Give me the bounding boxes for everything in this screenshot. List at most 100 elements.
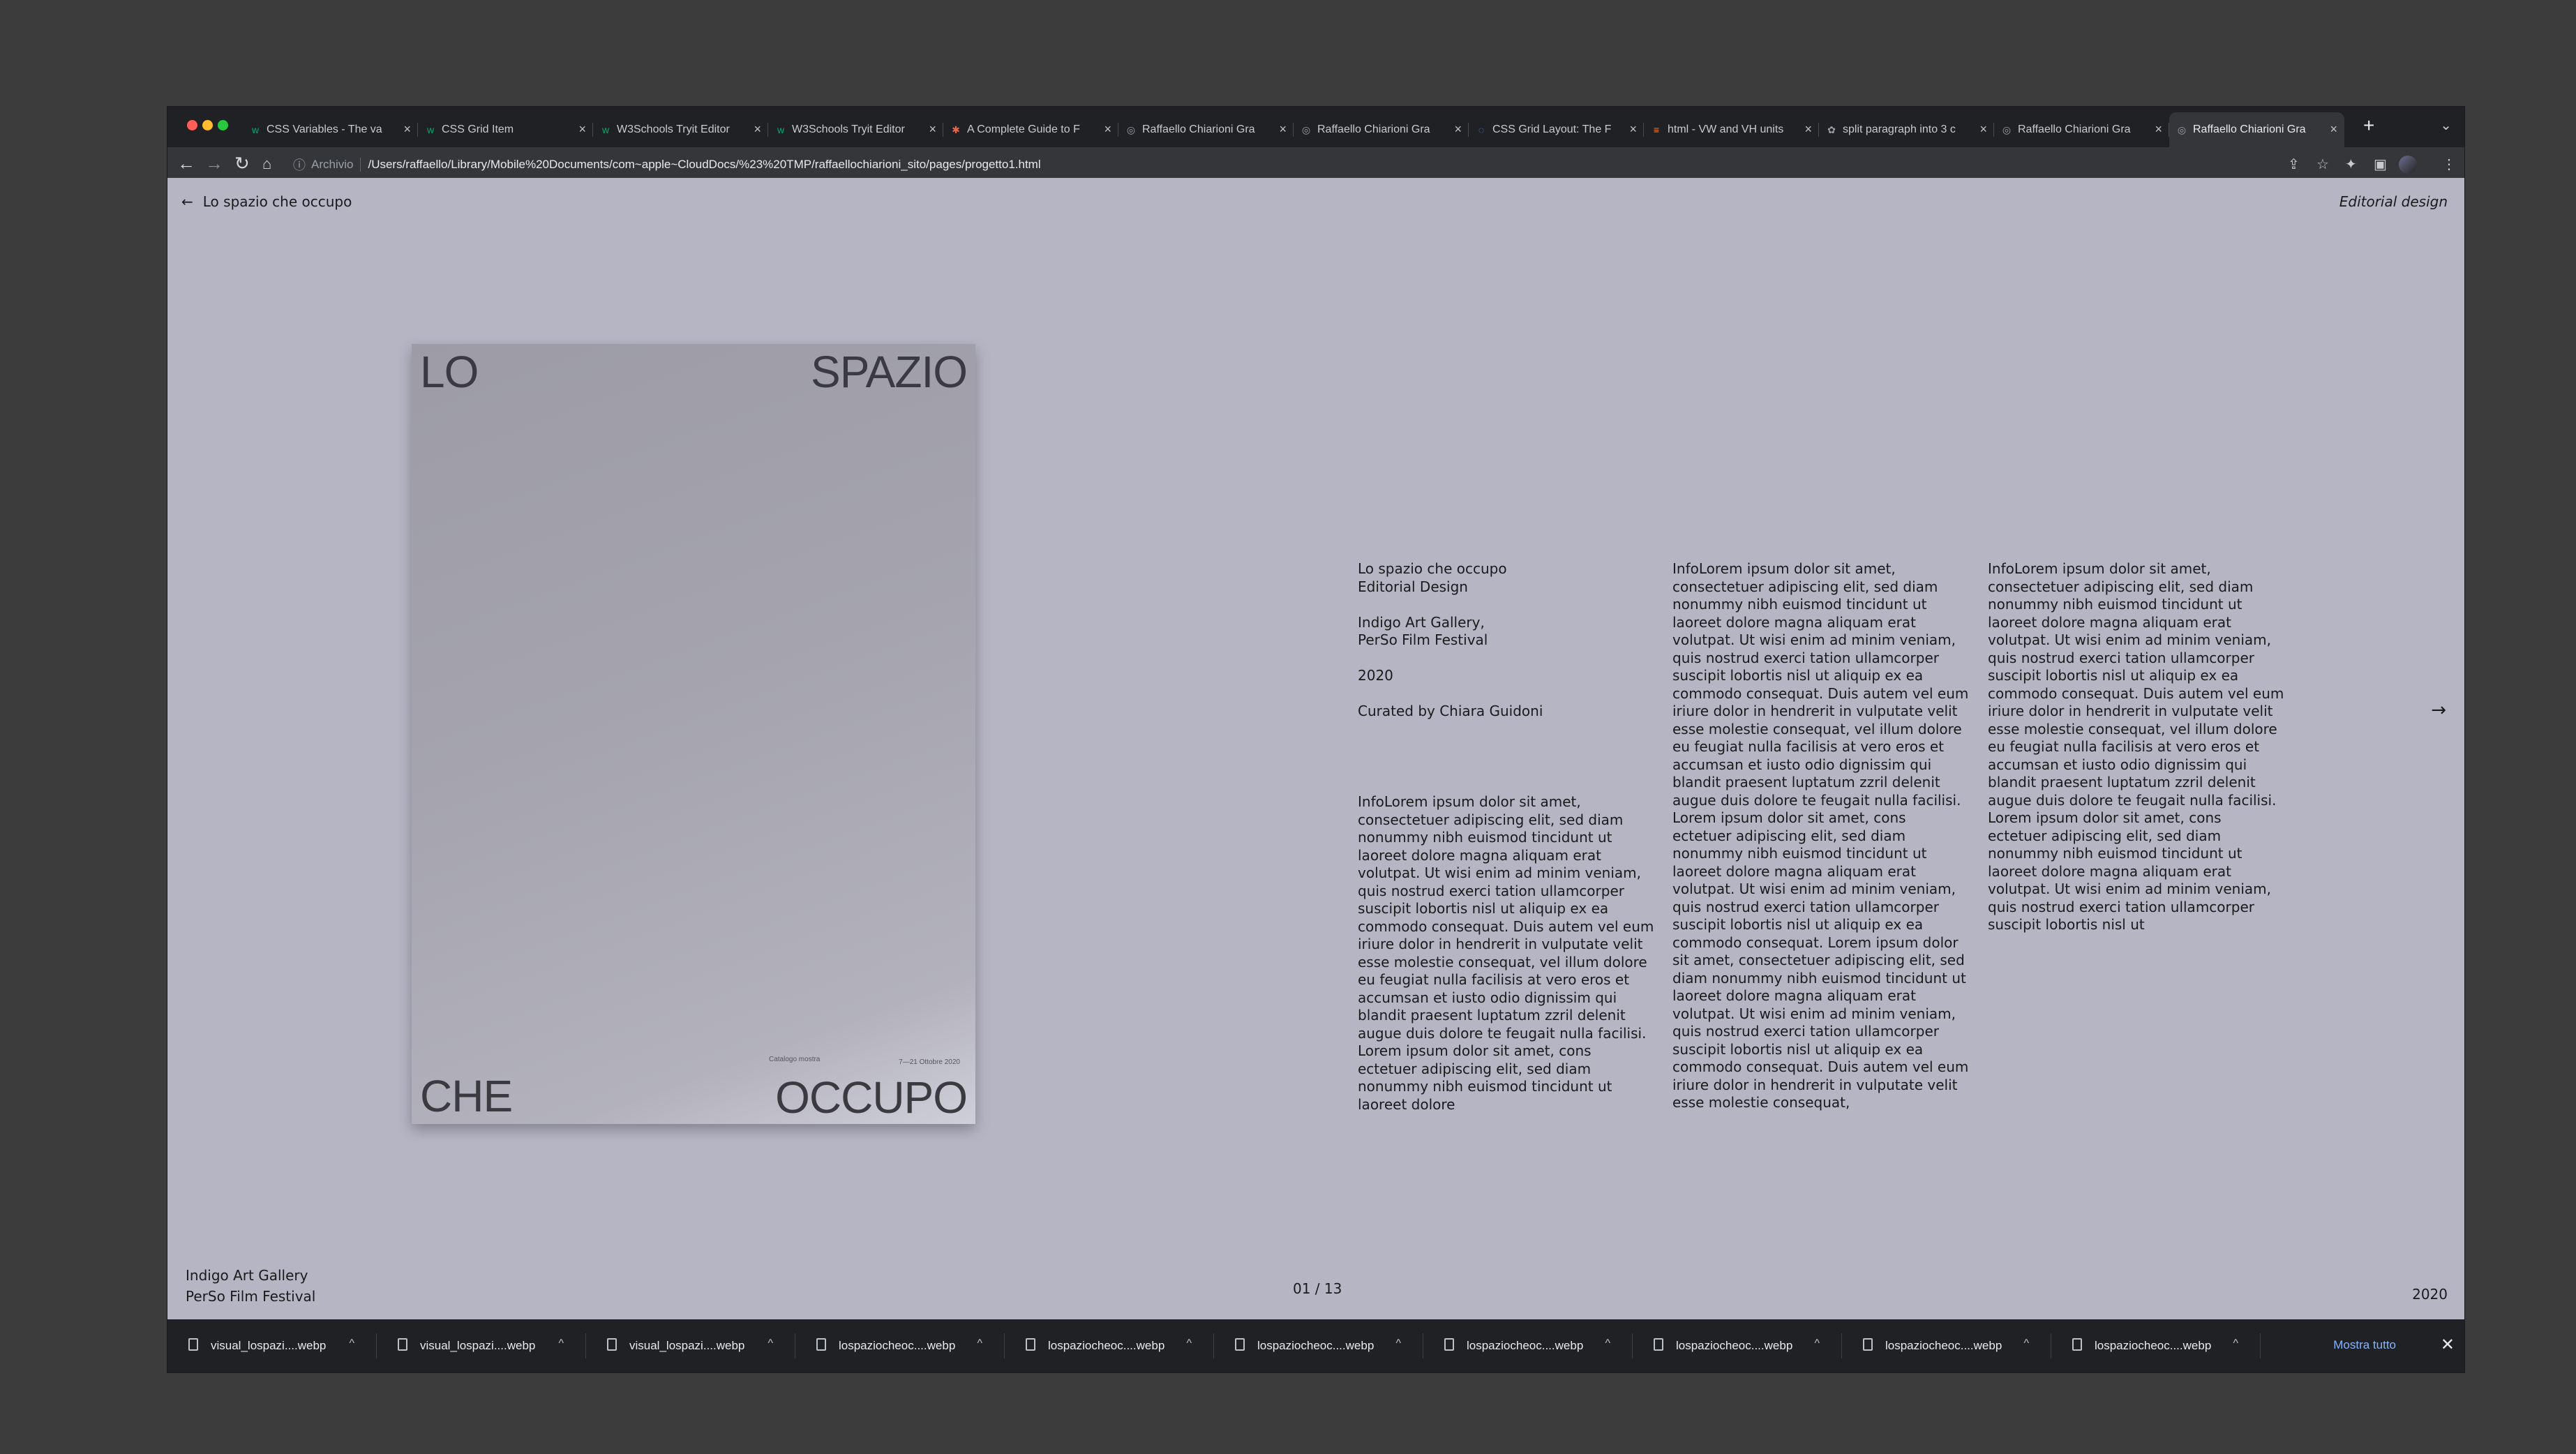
- page-counter: 01 / 13: [1293, 1280, 1342, 1297]
- tab-title: Raffaello Chiarioni Gra: [1142, 123, 1255, 135]
- browser-tab[interactable]: ◎ Raffaello Chiarioni Gra ×: [1118, 112, 1294, 147]
- bookmark-star-icon[interactable]: ☆: [2316, 156, 2329, 173]
- close-tab-icon[interactable]: ×: [2155, 122, 2162, 137]
- tab-title: W3Schools Tryit Editor: [617, 123, 730, 135]
- close-tab-icon[interactable]: ×: [403, 122, 411, 137]
- download-item[interactable]: lospaziocheoc....webp ^: [2051, 1319, 2261, 1372]
- profile-avatar[interactable]: [2399, 156, 2417, 174]
- arrow-right-icon[interactable]: →: [2431, 700, 2446, 721]
- chevron-up-icon[interactable]: ^: [2233, 1337, 2238, 1350]
- minimize-window-button[interactable]: [202, 120, 213, 130]
- w-icon: w: [426, 124, 435, 135]
- download-filename: visual_lospazi....webp: [420, 1339, 536, 1352]
- tab-title: html - VW and VH units: [1668, 123, 1784, 135]
- chevron-up-icon[interactable]: ^: [1814, 1337, 1820, 1350]
- chevron-up-icon[interactable]: ^: [1395, 1337, 1401, 1350]
- back-nav-button[interactable]: ←: [177, 153, 195, 174]
- w-icon: w: [601, 124, 610, 135]
- chevron-up-icon[interactable]: ^: [2023, 1337, 2029, 1350]
- browser-tab[interactable]: w W3Schools Tryit Editor ×: [768, 112, 943, 147]
- download-item[interactable]: lospaziocheoc....webp ^: [1005, 1319, 1214, 1372]
- browser-tab[interactable]: ◎ Raffaello Chiarioni Gra ×: [1994, 112, 2169, 147]
- project-category: Editorial design: [2339, 193, 2448, 210]
- poster-word-spazio: SPAZIO: [811, 347, 968, 397]
- tab-search-icon[interactable]: ⌄: [2440, 117, 2452, 134]
- tab-title: split paragraph into 3 c: [1843, 123, 1956, 135]
- download-item[interactable]: lospaziocheoc....webp ^: [1423, 1319, 1633, 1372]
- zoom-window-button[interactable]: [218, 120, 228, 130]
- close-tab-icon[interactable]: ×: [2330, 122, 2337, 137]
- browser-tab[interactable]: ✿ split paragraph into 3 c ×: [1819, 112, 1994, 147]
- tab-title: Raffaello Chiarioni Gra: [2193, 123, 2306, 135]
- download-item[interactable]: lospaziocheoc....webp ^: [795, 1319, 1005, 1372]
- file-icon: [607, 1338, 617, 1351]
- footer-year: 2020: [2412, 1286, 2448, 1303]
- close-window-button[interactable]: [187, 120, 197, 130]
- download-filename: lospaziocheoc....webp: [1257, 1339, 1375, 1352]
- reload-button[interactable]: ↻: [234, 153, 250, 174]
- w-icon: w: [251, 124, 260, 135]
- close-tab-icon[interactable]: ×: [578, 122, 586, 137]
- download-item[interactable]: visual_lospazi....webp ^: [377, 1319, 586, 1372]
- file-icon: [1444, 1338, 1454, 1351]
- file-icon: [816, 1338, 826, 1351]
- download-item[interactable]: lospaziocheoc....webp ^: [1842, 1319, 2051, 1372]
- download-item[interactable]: lospaziocheoc....webp ^: [1214, 1319, 1423, 1372]
- chevron-up-icon[interactable]: ^: [977, 1337, 982, 1350]
- chevron-up-icon[interactable]: ^: [558, 1337, 564, 1350]
- extensions-icon[interactable]: ✦: [2345, 156, 2357, 173]
- close-tab-icon[interactable]: ×: [1454, 122, 1462, 137]
- close-downloads-icon[interactable]: ✕: [2441, 1335, 2455, 1355]
- file-icon: [398, 1338, 407, 1351]
- show-all-downloads-button[interactable]: Mostra tutto: [2333, 1338, 2396, 1352]
- chevron-up-icon[interactable]: ^: [767, 1337, 773, 1350]
- close-tab-icon[interactable]: ×: [754, 122, 761, 137]
- poster-image: LO SPAZIO Catalogo mostra 7—21 Ottobre 2…: [412, 344, 975, 1124]
- close-tab-icon[interactable]: ×: [1979, 122, 1987, 137]
- tab-title: W3Schools Tryit Editor: [792, 123, 905, 135]
- chevron-up-icon[interactable]: ^: [1605, 1337, 1610, 1350]
- side-panel-icon[interactable]: ▣: [2374, 156, 2387, 173]
- browser-tab[interactable]: ◎ Raffaello Chiarioni Gra ×: [1294, 112, 1469, 147]
- browser-tab[interactable]: w W3Schools Tryit Editor ×: [593, 112, 768, 147]
- menu-kebab-icon[interactable]: ⋮: [2442, 156, 2456, 173]
- browser-tab[interactable]: ✱ A Complete Guide to F ×: [943, 112, 1118, 147]
- browser-tab[interactable]: w CSS Grid Item ×: [418, 112, 593, 147]
- back-link[interactable]: ← Lo spazio che occupo: [181, 193, 352, 210]
- file-icon: [188, 1338, 198, 1351]
- forward-nav-button[interactable]: →: [205, 153, 223, 174]
- browser-tab[interactable]: ≡ html - VW and VH units ×: [1644, 112, 1819, 147]
- tab-title: A Complete Guide to F: [967, 123, 1080, 135]
- tab-list: w CSS Variables - The va × w CSS Grid Item × w…: [243, 112, 2344, 147]
- download-separator: [2260, 1333, 2261, 1358]
- close-tab-icon[interactable]: ×: [1629, 122, 1637, 137]
- chevron-up-icon[interactable]: ^: [1186, 1337, 1192, 1350]
- download-item[interactable]: visual_lospazi....webp ^: [586, 1319, 795, 1372]
- download-item[interactable]: lospaziocheoc....webp ^: [1633, 1319, 1842, 1372]
- download-item[interactable]: visual_lospazi....webp ^: [167, 1319, 377, 1372]
- download-filename: lospaziocheoc....webp: [1467, 1339, 1584, 1352]
- globe-icon: ◎: [2177, 124, 2187, 135]
- address-url[interactable]: /Users/raffaello/Library/Mobile%20Docume…: [368, 158, 1040, 172]
- address-scheme-label: Archivio: [311, 158, 354, 171]
- close-tab-icon[interactable]: ×: [1804, 122, 1812, 137]
- close-tab-icon[interactable]: ×: [1279, 122, 1287, 137]
- browser-tab[interactable]: w CSS Variables - The va ×: [243, 112, 418, 147]
- tab-title: Raffaello Chiarioni Gra: [1317, 123, 1430, 135]
- globe-icon: ◎: [1126, 124, 1136, 135]
- close-tab-icon[interactable]: ×: [929, 122, 936, 137]
- chevron-up-icon[interactable]: ^: [349, 1337, 354, 1350]
- browser-window: w CSS Variables - The va × w CSS Grid Item × w…: [167, 107, 2464, 1372]
- file-icon: [1235, 1338, 1245, 1351]
- share-icon[interactable]: ⇪: [2288, 156, 2300, 173]
- footer-festival: PerSo Film Festival: [186, 1288, 316, 1305]
- address-bar[interactable]: ⓘ Archivio /Users/raffaello/Library/Mobi…: [293, 151, 2435, 178]
- site-info-icon[interactable]: ⓘ: [293, 156, 306, 174]
- browser-tab[interactable]: ◌ CSS Grid Layout: The F ×: [1469, 112, 1644, 147]
- home-button[interactable]: ⌂: [262, 155, 271, 173]
- file-icon: [2072, 1338, 2082, 1351]
- browser-tab[interactable]: ◎ Raffaello Chiarioni Gra ×: [2169, 112, 2344, 147]
- new-tab-button[interactable]: +: [2363, 114, 2374, 137]
- poster-caption-right: 7—21 Ottobre 2020: [899, 1058, 960, 1066]
- close-tab-icon[interactable]: ×: [1104, 122, 1111, 137]
